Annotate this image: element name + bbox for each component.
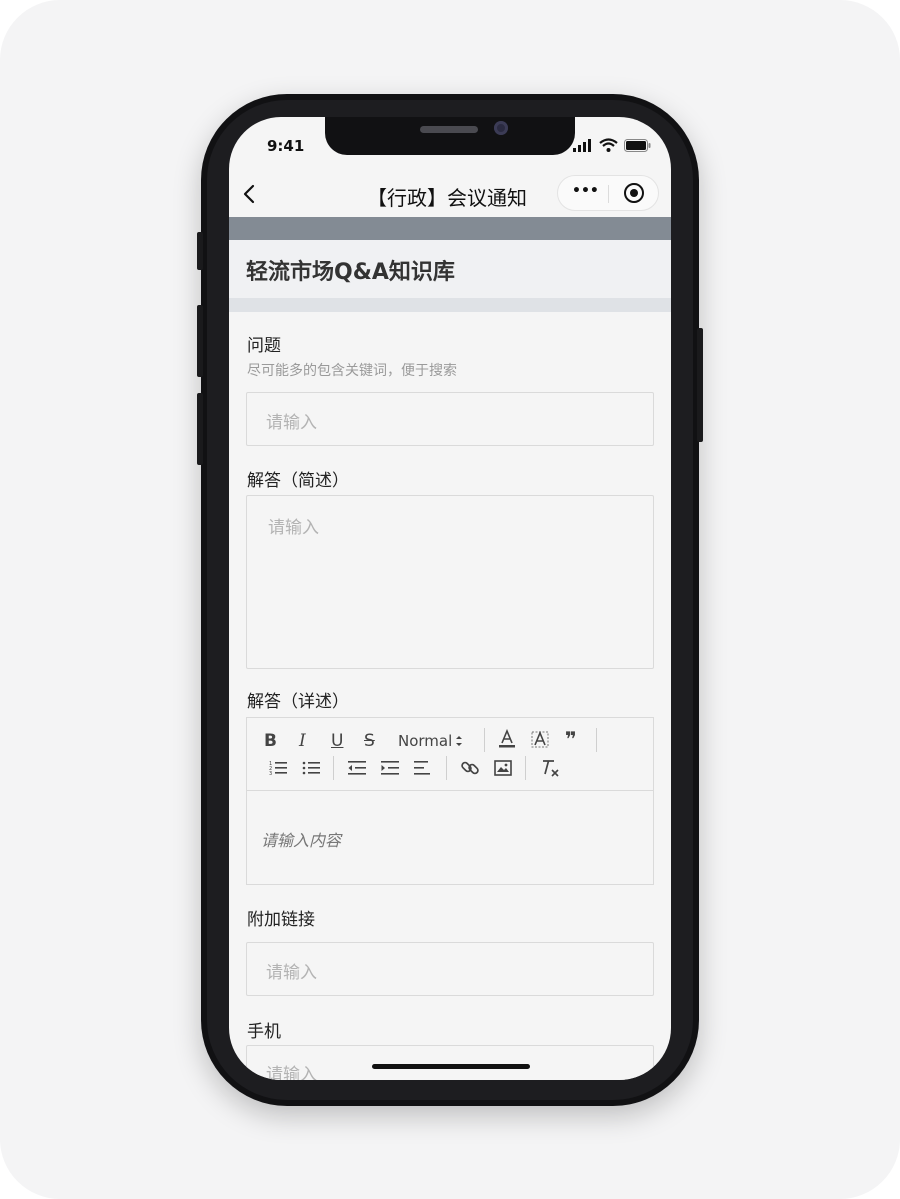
toolbar-divider: [596, 728, 597, 752]
extra-link-placeholder: 请输入: [266, 963, 317, 983]
blockquote-button[interactable]: ❞: [565, 729, 577, 749]
bold-button[interactable]: B: [264, 731, 277, 751]
phone-placeholder: 请输入: [266, 1065, 317, 1080]
mini-program-capsule: •••: [557, 175, 659, 211]
extra-link-label: 附加链接: [247, 910, 315, 930]
extra-link-input[interactable]: 请输入: [246, 942, 654, 996]
close-miniprogram-button[interactable]: [609, 176, 659, 210]
indent-icon[interactable]: [381, 759, 399, 777]
underline-button[interactable]: U: [331, 731, 343, 751]
wifi-icon: [599, 138, 618, 152]
ordered-list-icon[interactable]: 1 2 3: [269, 759, 287, 777]
signal-icon: [573, 138, 591, 152]
question-hint: 尽可能多的包含关键词，便于搜索: [247, 363, 457, 379]
target-circle-icon: [624, 183, 644, 203]
status-time: 9:41: [267, 137, 305, 155]
side-button-volume-up: [197, 305, 203, 377]
more-dots-icon: •••: [572, 183, 599, 199]
strikethrough-button[interactable]: S: [364, 731, 375, 751]
question-placeholder: 请输入: [266, 413, 317, 433]
front-camera: [494, 121, 508, 135]
speaker-grille: [420, 126, 478, 133]
clear-format-icon[interactable]: [540, 758, 560, 778]
bullet-list-icon[interactable]: [302, 759, 320, 777]
outdent-icon[interactable]: [348, 759, 366, 777]
back-arrow-icon[interactable]: [239, 183, 261, 205]
chevron-updown-icon: [456, 736, 462, 746]
nav-title: 【行政】会议通知: [367, 186, 527, 210]
align-icon[interactable]: [414, 759, 432, 777]
italic-button[interactable]: I: [299, 731, 306, 751]
editor-placeholder: 请输入内容: [261, 831, 342, 850]
answer-detail-label: 解答（详述）: [247, 692, 349, 712]
status-icons: [573, 137, 651, 153]
toolbar-divider: [333, 756, 334, 780]
notch: [325, 117, 575, 155]
background-color-icon[interactable]: [530, 729, 550, 749]
image-icon[interactable]: [494, 759, 512, 777]
form-title: 轻流市场Q&A知识库: [246, 260, 455, 285]
rich-text-editor[interactable]: 请输入内容: [246, 790, 654, 885]
banner-divider: [229, 298, 671, 312]
home-indicator[interactable]: [372, 1064, 530, 1069]
toolbar-divider: [525, 756, 526, 780]
answer-brief-placeholder: 请输入: [268, 518, 319, 538]
side-button-volume-down: [197, 393, 203, 465]
format-select[interactable]: Normal: [398, 731, 452, 751]
phone-screen: 9:41 【行政】会议通知 ••• 轻流市场Q&A知识库 问题 尽可能多的包含关…: [229, 117, 671, 1080]
banner-stripe: [229, 217, 671, 240]
toolbar-divider: [446, 756, 447, 780]
nav-bar: 【行政】会议通知 •••: [229, 173, 671, 217]
link-icon[interactable]: [460, 758, 480, 778]
answer-brief-textarea[interactable]: 请输入: [246, 495, 654, 669]
more-button[interactable]: •••: [558, 176, 608, 210]
text-color-icon[interactable]: [498, 729, 516, 749]
phone-label: 手机: [247, 1022, 281, 1042]
rich-text-toolbar: B I U S Normal ❞ 1 2 3: [246, 717, 654, 790]
side-button-mute: [197, 232, 203, 270]
answer-brief-label: 解答（简述）: [247, 471, 349, 491]
phone-input[interactable]: 请输入: [246, 1045, 654, 1080]
side-button-power: [697, 328, 703, 442]
question-input[interactable]: 请输入: [246, 392, 654, 446]
battery-icon: [624, 138, 651, 152]
svg-text:3: 3: [269, 771, 272, 777]
question-label: 问题: [247, 336, 281, 356]
toolbar-divider: [484, 728, 485, 752]
